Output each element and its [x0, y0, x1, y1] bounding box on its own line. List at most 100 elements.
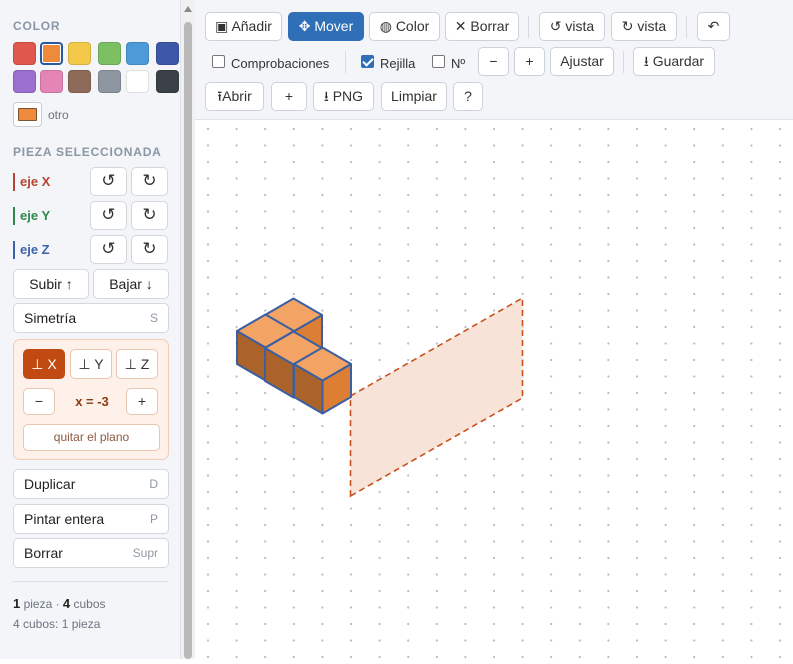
grid-dot [550, 639, 553, 642]
save-button[interactable]: ⭳ Guardar [633, 47, 715, 76]
grid-dot [721, 573, 724, 576]
symmetry-button[interactable]: Simetría S [13, 303, 169, 333]
grid-dot [235, 292, 238, 296]
zoom-in-button[interactable]: + [514, 47, 545, 76]
grid-dot [635, 474, 639, 477]
swatch-blue[interactable] [126, 42, 149, 65]
custom-color-picker[interactable] [13, 102, 42, 127]
export-png-button[interactable]: ⭳ PNG [313, 82, 374, 111]
rotate-z-cw-button[interactable]: ↻ [131, 235, 168, 264]
paint-whole-button[interactable]: Pintar entera P [13, 504, 169, 534]
axis-y-label: eje Y [13, 207, 50, 225]
swatch-navy[interactable] [156, 42, 179, 65]
add-mode-button[interactable]: ▣ Añadir [205, 12, 282, 41]
grid-dot [292, 127, 295, 131]
swatch-gray[interactable] [98, 70, 121, 93]
grid-dot [578, 292, 581, 296]
checks-checkbox[interactable] [212, 55, 225, 68]
grid-dot [435, 606, 438, 609]
lower-button[interactable]: Bajar ↓ [93, 269, 169, 299]
plane-decrement-button[interactable]: − [23, 388, 55, 415]
fit-button[interactable]: Ajustar [550, 47, 614, 76]
rotate-view-ccw-button[interactable]: ↺ vista [539, 12, 605, 41]
selected-piece-title: PIEZA SELECCIONADA [13, 145, 162, 159]
help-button[interactable]: ? [453, 82, 483, 111]
rotate-view-cw-button[interactable]: ↻ vista [611, 12, 677, 41]
grid-dot [235, 127, 238, 131]
remove-plane-button[interactable]: quitar el plano [23, 424, 160, 451]
grid-dot [750, 589, 753, 593]
plane-z-button[interactable]: ⊥ Z [116, 349, 158, 379]
swatch-pink[interactable] [40, 70, 63, 93]
grid-dot [578, 243, 581, 246]
grid-dot [664, 573, 667, 576]
rotate-y-ccw-button[interactable]: ↺ [90, 201, 127, 230]
swatch-dark[interactable] [156, 70, 179, 93]
color-section-title: COLOR [13, 19, 61, 33]
swatch-yellow[interactable] [68, 42, 91, 65]
grid-dot [407, 226, 410, 230]
grid-dot [349, 622, 353, 626]
plane-y-button[interactable]: ⊥ Y [70, 349, 112, 379]
swatch-green[interactable] [98, 42, 121, 65]
selected-piece[interactable] [236, 297, 352, 415]
swatch-purple[interactable] [13, 70, 36, 93]
grid-dot [206, 474, 210, 477]
rotate-z-ccw-button[interactable]: ↺ [90, 235, 127, 264]
grid-dot [321, 523, 324, 527]
swatch-brown[interactable] [68, 70, 91, 93]
plane-increment-button[interactable]: + [126, 388, 158, 415]
scroll-up-arrow-icon[interactable] [184, 6, 192, 12]
plane-x-button[interactable]: ⊥ X [23, 349, 65, 379]
grid-dot [578, 127, 581, 131]
grid-checkbox[interactable] [361, 55, 374, 68]
grid-dot [206, 276, 210, 279]
zoom-out-button[interactable]: − [478, 47, 509, 76]
grid-dot [464, 655, 467, 659]
move-mode-button[interactable]: ✥ Mover [288, 12, 364, 41]
open-button[interactable]: ⭱Abrir [205, 82, 264, 111]
grid-dot [607, 276, 610, 279]
grid-dot [778, 556, 782, 560]
rotate-x-cw-button[interactable]: ↻ [131, 167, 168, 196]
rotate-y-cw-button[interactable]: ↻ [131, 201, 168, 230]
erase-mode-button[interactable]: ✕ Borrar [445, 12, 519, 41]
grid-dot [578, 490, 581, 494]
swatch-red[interactable] [13, 42, 36, 65]
grid-dot [778, 276, 782, 279]
color-mode-button[interactable]: ◍ Color [369, 12, 440, 41]
grid-dot [292, 408, 295, 411]
toolbar-separator [345, 51, 346, 73]
grid-dot [378, 655, 381, 659]
grid-dot [693, 342, 696, 345]
clear-button[interactable]: Limpiar [381, 82, 447, 111]
swatch-orange[interactable] [40, 42, 63, 65]
grid-dot [550, 160, 553, 164]
grid-dot [550, 606, 553, 609]
grid-dot [664, 391, 667, 395]
grid-dot [492, 556, 496, 560]
view-ccw-label: vista [565, 18, 595, 34]
grid-dot [349, 342, 353, 345]
swatch-white[interactable] [126, 70, 149, 93]
erase-icon: ✕ [454, 18, 467, 34]
grid-dot [435, 177, 438, 180]
build-canvas[interactable] [195, 121, 793, 659]
scrollbar-thumb[interactable] [184, 22, 192, 659]
rotate-x-ccw-button[interactable]: ↺ [90, 167, 127, 196]
grid-dot [464, 127, 467, 131]
raise-button[interactable]: Subir ↑ [13, 269, 89, 299]
isometric-scene[interactable] [195, 121, 793, 659]
grid-dot [235, 556, 238, 560]
new-file-button[interactable]: + [271, 82, 307, 111]
sidebar-scrollbar[interactable] [181, 0, 195, 659]
undo-button[interactable]: ↶ [697, 12, 730, 41]
grid-dot [435, 342, 438, 345]
duplicate-button[interactable]: Duplicar D [13, 469, 169, 499]
grid-dot [750, 457, 753, 461]
grid-dot [378, 210, 381, 213]
delete-piece-button[interactable]: Borrar Supr [13, 538, 169, 568]
numbers-checkbox[interactable] [432, 55, 445, 68]
grid-dot [206, 556, 210, 560]
grid-dot [664, 556, 667, 560]
